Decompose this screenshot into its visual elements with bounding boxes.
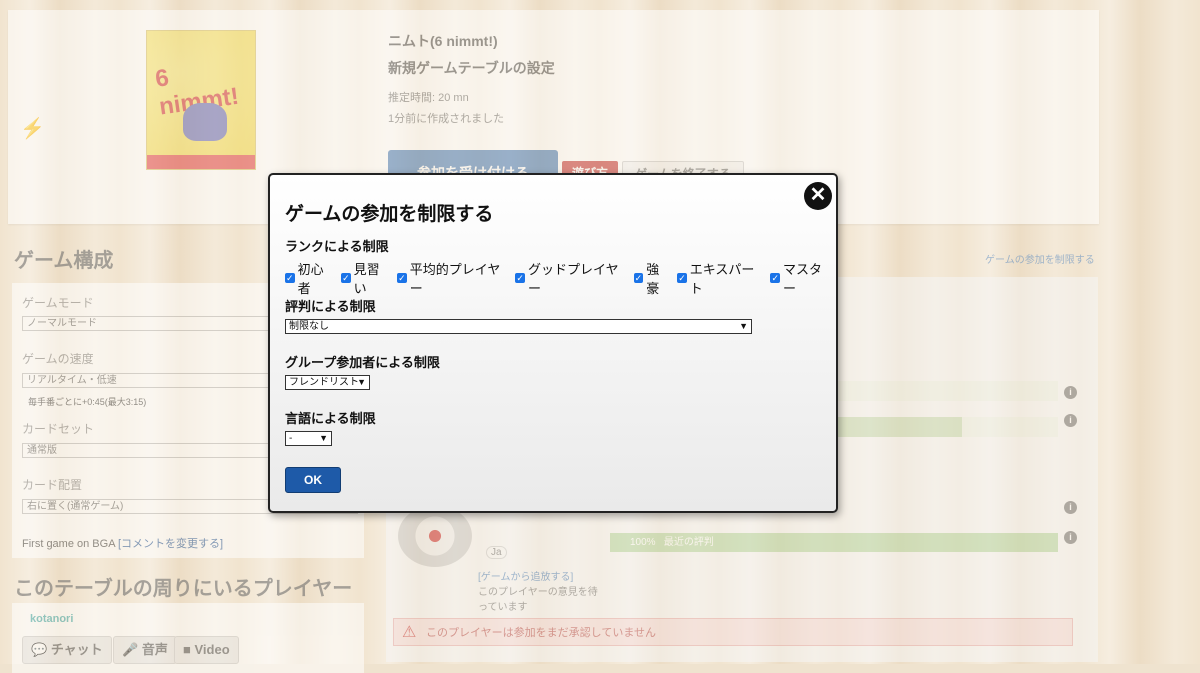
language-select[interactable]: - ▼ — [285, 431, 332, 446]
stat-bar — [838, 381, 1058, 401]
voice-button[interactable]: 🎤 音声 — [113, 636, 177, 664]
kick-link[interactable]: [ゲームから追放する] — [478, 568, 573, 583]
first-game-note: First game on BGA [コメントを変更する] — [22, 535, 223, 551]
dialog-title: ゲームの参加を制限する — [285, 204, 494, 225]
table-subtitle: 新規ゲームテーブルの設定 — [388, 60, 555, 76]
game-title: ニムト(6 nimmt!) — [388, 33, 498, 49]
reputation-filter-label: 評判による制限 — [285, 299, 376, 314]
reputation-select[interactable]: 制限なし ▼ — [285, 319, 752, 334]
language-select-value: - — [289, 433, 293, 444]
chat-icon: 💬 — [31, 642, 51, 657]
rank-checkbox-strong[interactable]: ✓ 強豪 — [633, 259, 672, 297]
rank-checkbox-master[interactable]: ✓ マスター — [770, 259, 833, 297]
box-strip — [147, 155, 255, 169]
video-label: Video — [194, 642, 230, 657]
stat-bar-fill — [838, 417, 962, 437]
info-icon[interactable]: i — [1064, 414, 1077, 427]
reputation-percent: 100% — [630, 537, 656, 548]
rank-checkbox-average[interactable]: ✓ 平均的プレイヤー — [397, 259, 509, 297]
rank-checkbox-apprentice[interactable]: ✓ 見習い — [341, 259, 391, 297]
rank-label-text: マスター — [783, 262, 823, 296]
waiting-text: このプレイヤーの意見を待っています — [478, 587, 598, 613]
field-label: ゲームの速度 — [22, 352, 94, 366]
info-icon[interactable]: i — [1064, 501, 1077, 514]
rank-checkbox-expert[interactable]: ✓ エキスパート — [677, 259, 764, 297]
checkbox-icon[interactable]: ✓ — [341, 273, 351, 283]
field-label: ゲームモード — [22, 296, 94, 310]
video-button[interactable]: ■ Video — [174, 636, 239, 664]
players-card: kotanori 💬 チャット 🎤 音声 ■ Video — [12, 603, 364, 673]
game-box-image: 6 nimmt! — [146, 30, 256, 170]
avatar[interactable] — [398, 505, 472, 567]
chevron-down-icon: ▼ — [319, 433, 328, 443]
field-label: カード配置 — [22, 478, 83, 492]
config-section-title: ゲーム構成 — [14, 250, 114, 272]
rank-label-text: 見習い — [353, 262, 380, 296]
restrict-dialog: ✕ ゲームの参加を制限する ランクによる制限 ✓ 初心者 ✓ 見習い ✓ 平均的プレイ… — [268, 173, 838, 513]
rank-label-text: 初心者 — [297, 262, 324, 296]
created-time: 1分前に作成されました — [388, 113, 505, 125]
close-icon[interactable]: ✕ — [804, 182, 832, 210]
checkbox-icon[interactable]: ✓ — [515, 273, 525, 283]
speed-note: 毎手番ごとに+0:45(最大3:15) — [28, 397, 147, 407]
rank-checkboxes: ✓ 初心者 ✓ 見習い ✓ 平均的プレイヤー ✓ グッドプレイヤー ✓ 強豪 ✓ エキスパー… — [285, 259, 836, 297]
info-icon[interactable]: i — [1064, 531, 1077, 544]
rank-checkbox-good[interactable]: ✓ グッドプレイヤー — [515, 259, 627, 297]
players-section-title: このテーブルの周りにいるプレイヤー — [14, 578, 353, 600]
group-select-value: フレンドリスト — [289, 377, 359, 388]
rank-label: ランクによる制限 — [285, 239, 389, 254]
change-comment-link[interactable]: [コメントを変更する] — [118, 538, 223, 550]
language-badge: Ja — [486, 546, 507, 559]
chevron-down-icon: ▼ — [357, 377, 366, 387]
field-label: カードセット — [22, 422, 95, 436]
stat-bar-rest — [962, 417, 1058, 437]
language-filter-label: 言語による制限 — [285, 411, 376, 426]
chevron-down-icon: ▼ — [739, 321, 748, 331]
first-game-text: First game on BGA — [22, 538, 115, 550]
ok-button[interactable]: OK — [285, 467, 341, 493]
warning-icon: ⚠ — [402, 624, 417, 641]
rank-checkbox-beginner[interactable]: ✓ 初心者 — [285, 259, 335, 297]
rank-label-text: 強豪 — [646, 262, 660, 296]
chat-label: チャット — [50, 642, 103, 657]
checkbox-icon[interactable]: ✓ — [285, 273, 295, 283]
bull-figure — [183, 103, 227, 141]
checkbox-icon[interactable]: ✓ — [770, 273, 781, 283]
restrict-link[interactable]: ゲームの参加を制限する — [985, 251, 1095, 266]
voice-label: 音声 — [141, 642, 168, 657]
lightning-icon: ⚡ — [20, 118, 45, 140]
rank-label-text: グッドプレイヤー — [527, 262, 619, 296]
not-approved-warning: ⚠ このプレイヤーは参加をまだ承認していません — [393, 618, 1073, 646]
checkbox-icon[interactable]: ✓ — [677, 273, 687, 283]
warning-text: このプレイヤーは参加をまだ承認していません — [426, 627, 657, 639]
reputation-bar: 100% 最近の評判 — [610, 533, 1058, 552]
reputation-label: 最近の評判 — [663, 537, 714, 548]
checkbox-icon[interactable]: ✓ — [397, 273, 407, 283]
checkbox-icon[interactable]: ✓ — [633, 273, 644, 283]
mic-icon: 🎤 — [122, 642, 142, 657]
estimated-time: 推定時間: 20 mn — [388, 92, 469, 104]
video-icon: ■ — [183, 642, 195, 657]
player-name[interactable]: kotanori — [30, 613, 73, 625]
group-select[interactable]: フレンドリスト ▼ — [285, 375, 370, 390]
chat-button[interactable]: 💬 チャット — [22, 636, 112, 664]
info-icon[interactable]: i — [1064, 386, 1077, 399]
reputation-select-value: 制限なし — [289, 321, 329, 332]
rank-label-text: エキスパート — [689, 262, 755, 296]
rank-label-text: 平均的プレイヤー — [409, 262, 501, 296]
group-filter-label: グループ参加者による制限 — [285, 355, 440, 370]
